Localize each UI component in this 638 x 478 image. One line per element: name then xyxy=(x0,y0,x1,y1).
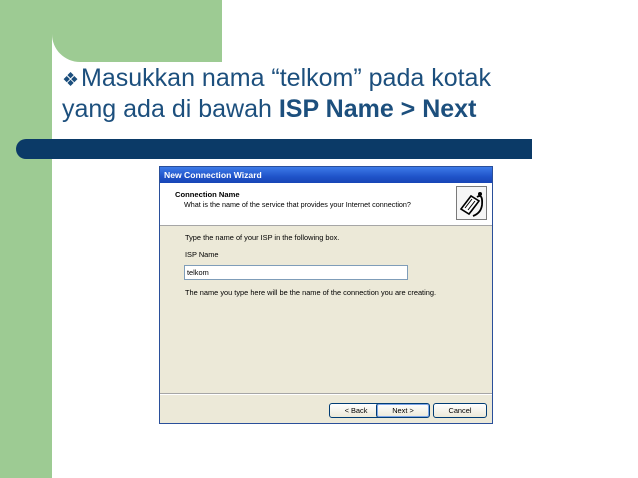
heading-line-2-bold: ISP Name > Next xyxy=(278,95,477,123)
left-accent-bar xyxy=(0,0,52,478)
connection-name-note: The name you type here will be the name … xyxy=(185,288,437,297)
slide-heading: ❖Masukkan nama “telkom” pada kotak yang … xyxy=(62,64,622,123)
wizard-header-panel: Connection Name What is the name of the … xyxy=(160,183,492,226)
diamond-bullet-icon: ❖ xyxy=(62,70,80,91)
heading-line-2: yang ada di bawah ISP Name > Next xyxy=(62,95,622,123)
dialog-titlebar[interactable]: New Connection Wizard xyxy=(160,167,492,183)
heading-line-1: ❖Masukkan nama “telkom” pada kotak xyxy=(62,64,622,95)
next-button[interactable]: Next > xyxy=(376,403,430,418)
isp-name-input[interactable] xyxy=(184,265,408,280)
cancel-button[interactable]: Cancel xyxy=(433,403,487,418)
wizard-page-subtitle: What is the name of the service that pro… xyxy=(184,200,411,209)
back-button[interactable]: < Back xyxy=(329,403,383,418)
heading-line-2-text: yang ada di bawah xyxy=(62,95,279,123)
new-connection-wizard-dialog: New Connection Wizard Connection Name Wh… xyxy=(159,166,493,424)
divider-bar xyxy=(16,139,532,159)
instruction-text: Type the name of your ISP in the followi… xyxy=(185,233,340,242)
footer-separator xyxy=(160,393,492,395)
heading-line-1-text: Masukkan nama “telkom” pada kotak xyxy=(81,64,491,92)
isp-name-label: ISP Name xyxy=(185,250,219,259)
wizard-page-title: Connection Name xyxy=(175,190,240,199)
top-accent-block xyxy=(52,0,222,62)
network-cable-icon xyxy=(456,186,487,220)
